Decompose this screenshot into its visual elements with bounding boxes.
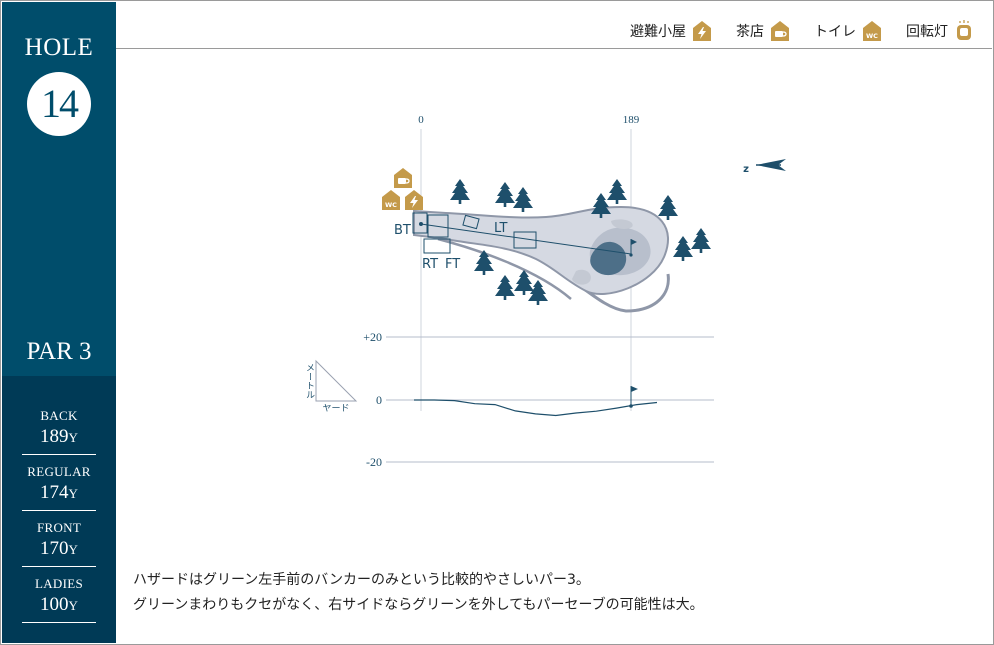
wc-house-icon: WC [382,190,400,210]
divider [22,566,96,567]
divider [22,454,96,455]
tee-distance: 189Y [40,426,78,447]
tree-icon [450,179,470,204]
legend-teahouse: 茶店 [736,20,790,42]
elevation-xlabel: ヤード [322,404,349,414]
distance-end-label: 189 [623,114,640,126]
tee-name: LADIES [34,576,84,591]
unit-triangle [315,359,358,402]
hole-description: ハザードはグリーン左手前のバンカーのみという比較的やさしいパー3。 グリーンまわ… [133,568,973,618]
teacup-house-icon [771,21,789,41]
tree-icon [495,275,515,300]
north-label: z [743,164,749,175]
hole-sidebar: HOLE 14 PAR 3 BACK 189Y REGULAR 174Y FRO… [2,2,116,643]
description-line: ハザードはグリーン左手前のバンカーのみという比較的やさしいパー3。 [133,572,590,588]
tree-icon [495,182,515,207]
description-line: グリーンまわりもクセがなく、右サイドならグリーンを外してもパーセーブの可能性は大… [133,597,704,613]
tree-icon [658,195,678,220]
tee-label-bt: BT [394,223,411,238]
facility-legend: 避難小屋 茶店 トイレ WC 回転灯 [630,18,974,44]
legend-shelter: 避難小屋 [630,20,712,42]
tee-name: BACK [40,408,78,423]
elevation-tick-plus20: +20 [363,330,382,344]
tee-back: BACK 189Y [2,400,116,456]
elevation-tick-minus20: -20 [366,455,382,469]
elevation-profile [414,399,658,417]
tee-name: FRONT [36,520,82,535]
legend-label: 避難小屋 [630,24,686,40]
wc-house-icon: WC [863,21,881,41]
tree-icon [673,236,693,261]
tee-ladies: LADIES 100Y [2,568,116,624]
lightning-house-icon [693,21,711,41]
hole-diagram: 0 189 z BT LT RT FT WC +20 0 -20 メートル ヤー… [304,114,786,469]
tee-list: BACK 189Y REGULAR 174Y FRONT 170Y LADIES… [2,400,116,624]
tee-label-rt: RT [422,257,438,272]
hole-number: 14 [27,72,91,136]
divider [22,510,96,511]
par-label: PAR 3 [26,338,92,365]
hole-label: HOLE [24,34,94,61]
legend-label: 茶店 [736,24,764,40]
tee-regular: REGULAR 174Y [2,456,116,512]
svg-text:WC: WC [866,32,878,40]
elevation-ylabel: メートル [304,363,315,399]
teacup-house-icon [394,168,412,188]
divider [22,622,96,623]
tee-label-lt: LT [494,221,507,236]
tree-icon [691,228,711,253]
rotating-light-icon [957,20,971,40]
legend-rotating-light: 回転灯 [906,20,974,42]
tee-front: FRONT 170Y [2,512,116,568]
legend-label: 回転灯 [906,24,948,40]
tree-icon [607,179,627,204]
hole-info-panel: HOLE 14 PAR 3 [2,2,116,376]
tee-name: REGULAR [27,464,91,479]
legend-toilet: トイレ WC [814,20,882,42]
tee-distance: 174Y [40,482,78,503]
tee-label-ft: FT [445,257,460,272]
tee-marker [419,222,423,226]
legend-label: トイレ [814,24,856,40]
tee-distance: 100Y [40,594,78,615]
svg-text:WC: WC [385,201,397,209]
elevation-tick-zero: 0 [376,393,382,407]
north-arrow-icon [756,159,786,171]
distance-start-label: 0 [418,114,424,126]
tee-distance: 170Y [40,538,78,559]
tree-icon [513,187,533,212]
tree-icon [474,250,494,275]
lightning-house-icon [405,190,423,210]
